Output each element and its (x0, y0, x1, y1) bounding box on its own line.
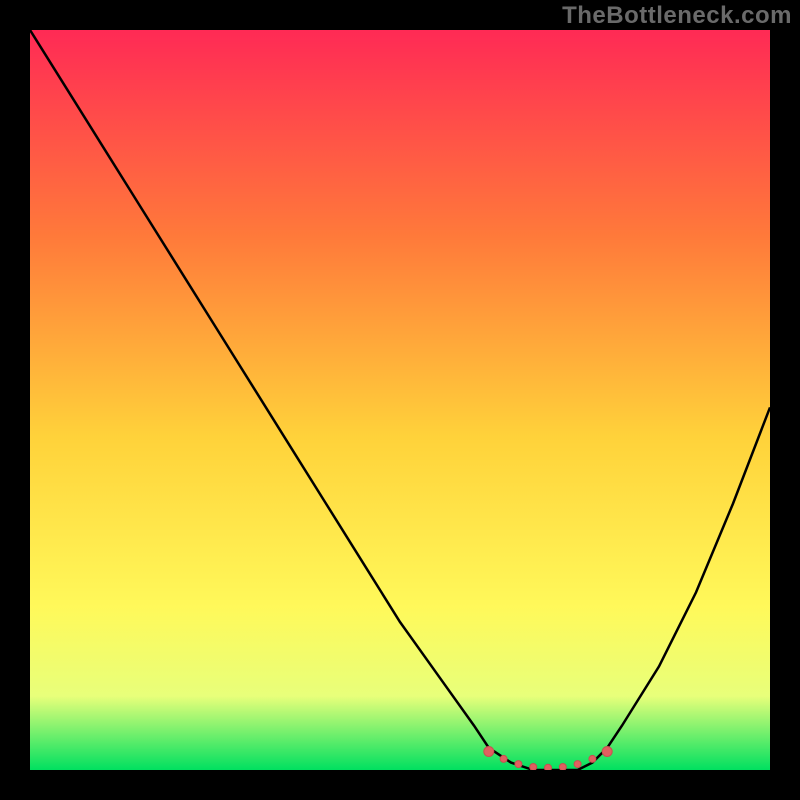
sweet-spot-marker (530, 764, 537, 771)
sweet-spot-marker (589, 755, 596, 762)
sweet-spot-marker (484, 747, 494, 757)
gradient-background (30, 30, 770, 770)
watermark-text: TheBottleneck.com (562, 2, 792, 30)
sweet-spot-marker (574, 761, 581, 768)
sweet-spot-marker (602, 747, 612, 757)
sweet-spot-marker (500, 755, 507, 762)
plot-area (30, 30, 770, 770)
chart-svg (30, 30, 770, 770)
chart-frame: TheBottleneck.com (0, 0, 800, 800)
sweet-spot-marker (559, 764, 566, 771)
sweet-spot-marker (515, 761, 522, 768)
sweet-spot-marker (545, 764, 552, 770)
